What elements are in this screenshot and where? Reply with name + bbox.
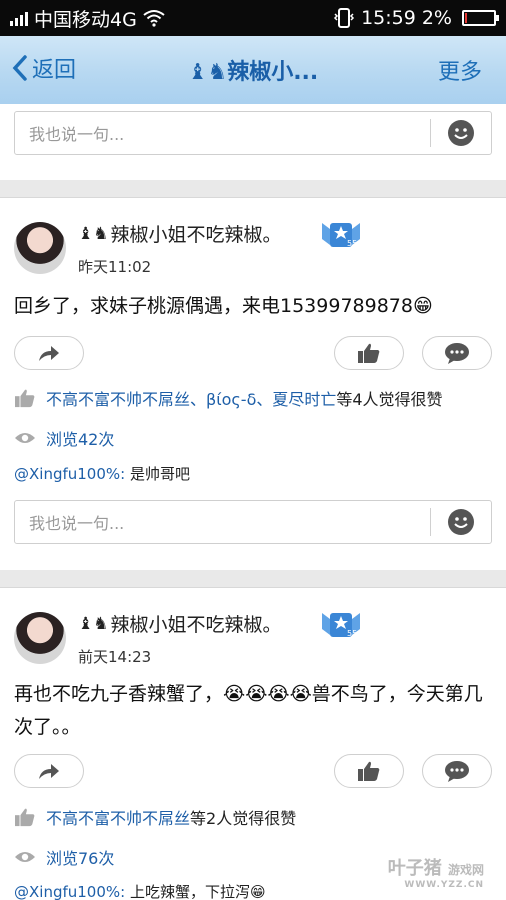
thumbs-up-icon bbox=[358, 343, 380, 363]
likers-link[interactable]: 不高不富不帅不屌丝、βίος-δ、夏尽时亡 bbox=[46, 386, 336, 410]
post-text: 回乡了，求妹子桃源偶遇，来电15399789878😁 bbox=[14, 295, 433, 317]
smiley-icon bbox=[448, 509, 474, 535]
post-username[interactable]: ♝♞ 辣椒小姐不吃辣椒。 bbox=[78, 610, 282, 637]
views-row: 浏览42次 bbox=[14, 426, 114, 450]
emoji-button[interactable] bbox=[431, 508, 491, 536]
likers-link[interactable]: 不高不富不帅不屌丝 bbox=[46, 805, 190, 829]
carrier-label: 中国移动4G bbox=[34, 8, 137, 31]
battery-icon bbox=[462, 10, 499, 26]
like-button[interactable] bbox=[334, 754, 404, 788]
thumbs-up-icon bbox=[15, 389, 35, 408]
like-button[interactable] bbox=[334, 336, 404, 370]
chess-pawns-icon: ♝♞ bbox=[78, 613, 109, 634]
vibrate-icon bbox=[334, 8, 355, 28]
likes-row: 不高不富不帅不屌丝 等2人觉得很赞 bbox=[14, 805, 296, 829]
chess-pawns-icon: ♝♞ bbox=[187, 60, 228, 85]
more-button[interactable]: 更多 bbox=[438, 54, 482, 86]
reply-item: @Xingfu100%: 是帅哥吧 bbox=[14, 465, 190, 483]
reply-item: @Xingfu100%: 上吃辣蟹，下拉泻😁 bbox=[14, 883, 266, 900]
svg-text:55: 55 bbox=[347, 239, 357, 248]
post-time: 前天14:23 bbox=[78, 648, 152, 666]
likes-row: 不高不富不帅不屌丝、βίος-δ、夏尽时亡 等4人觉得很赞 bbox=[14, 386, 443, 410]
reply-username[interactable]: @Xingfu100%: bbox=[14, 465, 125, 483]
share-button[interactable] bbox=[14, 336, 84, 370]
thumbs-up-icon bbox=[15, 808, 35, 827]
comment-button[interactable] bbox=[422, 336, 492, 370]
smiley-icon bbox=[448, 120, 474, 146]
avatar[interactable] bbox=[14, 612, 66, 664]
emoji-button[interactable] bbox=[431, 119, 491, 147]
chess-pawns-icon: ♝♞ bbox=[78, 223, 109, 244]
wifi-icon bbox=[143, 10, 165, 27]
reply-username[interactable]: @Xingfu100%: bbox=[14, 883, 125, 900]
page-title: ♝♞辣椒小... bbox=[187, 60, 319, 85]
share-button[interactable] bbox=[14, 754, 84, 788]
signal-icon bbox=[10, 10, 28, 26]
comment-button[interactable] bbox=[422, 754, 492, 788]
eye-icon bbox=[15, 852, 35, 862]
watermark: 叶子猪 游戏网 WWW.YZZ.CN bbox=[387, 858, 484, 890]
views-row: 浏览76次 bbox=[14, 845, 114, 869]
comment-input[interactable]: 我也说一句... bbox=[14, 111, 492, 155]
share-arrow-icon bbox=[39, 764, 59, 779]
share-arrow-icon bbox=[39, 346, 59, 361]
app-header: 返回 ♝♞辣椒小... 更多 bbox=[0, 36, 506, 104]
avatar[interactable] bbox=[14, 222, 66, 274]
level-badge-icon: 55 bbox=[322, 613, 360, 638]
level-badge-icon: 55 bbox=[322, 223, 360, 248]
speech-bubble-icon bbox=[445, 761, 469, 782]
comment-input[interactable]: 我也说一句... bbox=[14, 500, 492, 544]
speech-bubble-icon bbox=[445, 343, 469, 364]
clock: 15:59 bbox=[361, 7, 416, 29]
post-username[interactable]: ♝♞ 辣椒小姐不吃辣椒。 bbox=[78, 220, 282, 247]
post-text: 再也不吃九子香辣蟹了，😭😭😭😭兽不鸟了，今天第几次了。。 bbox=[14, 683, 483, 738]
status-bar: 中国移动4G 15:59 2% bbox=[0, 0, 506, 36]
svg-text:55: 55 bbox=[347, 629, 357, 638]
thumbs-up-icon bbox=[358, 761, 380, 781]
post-time: 昨天11:02 bbox=[78, 258, 152, 276]
eye-icon bbox=[15, 433, 35, 443]
battery-percent: 2% bbox=[421, 7, 452, 29]
